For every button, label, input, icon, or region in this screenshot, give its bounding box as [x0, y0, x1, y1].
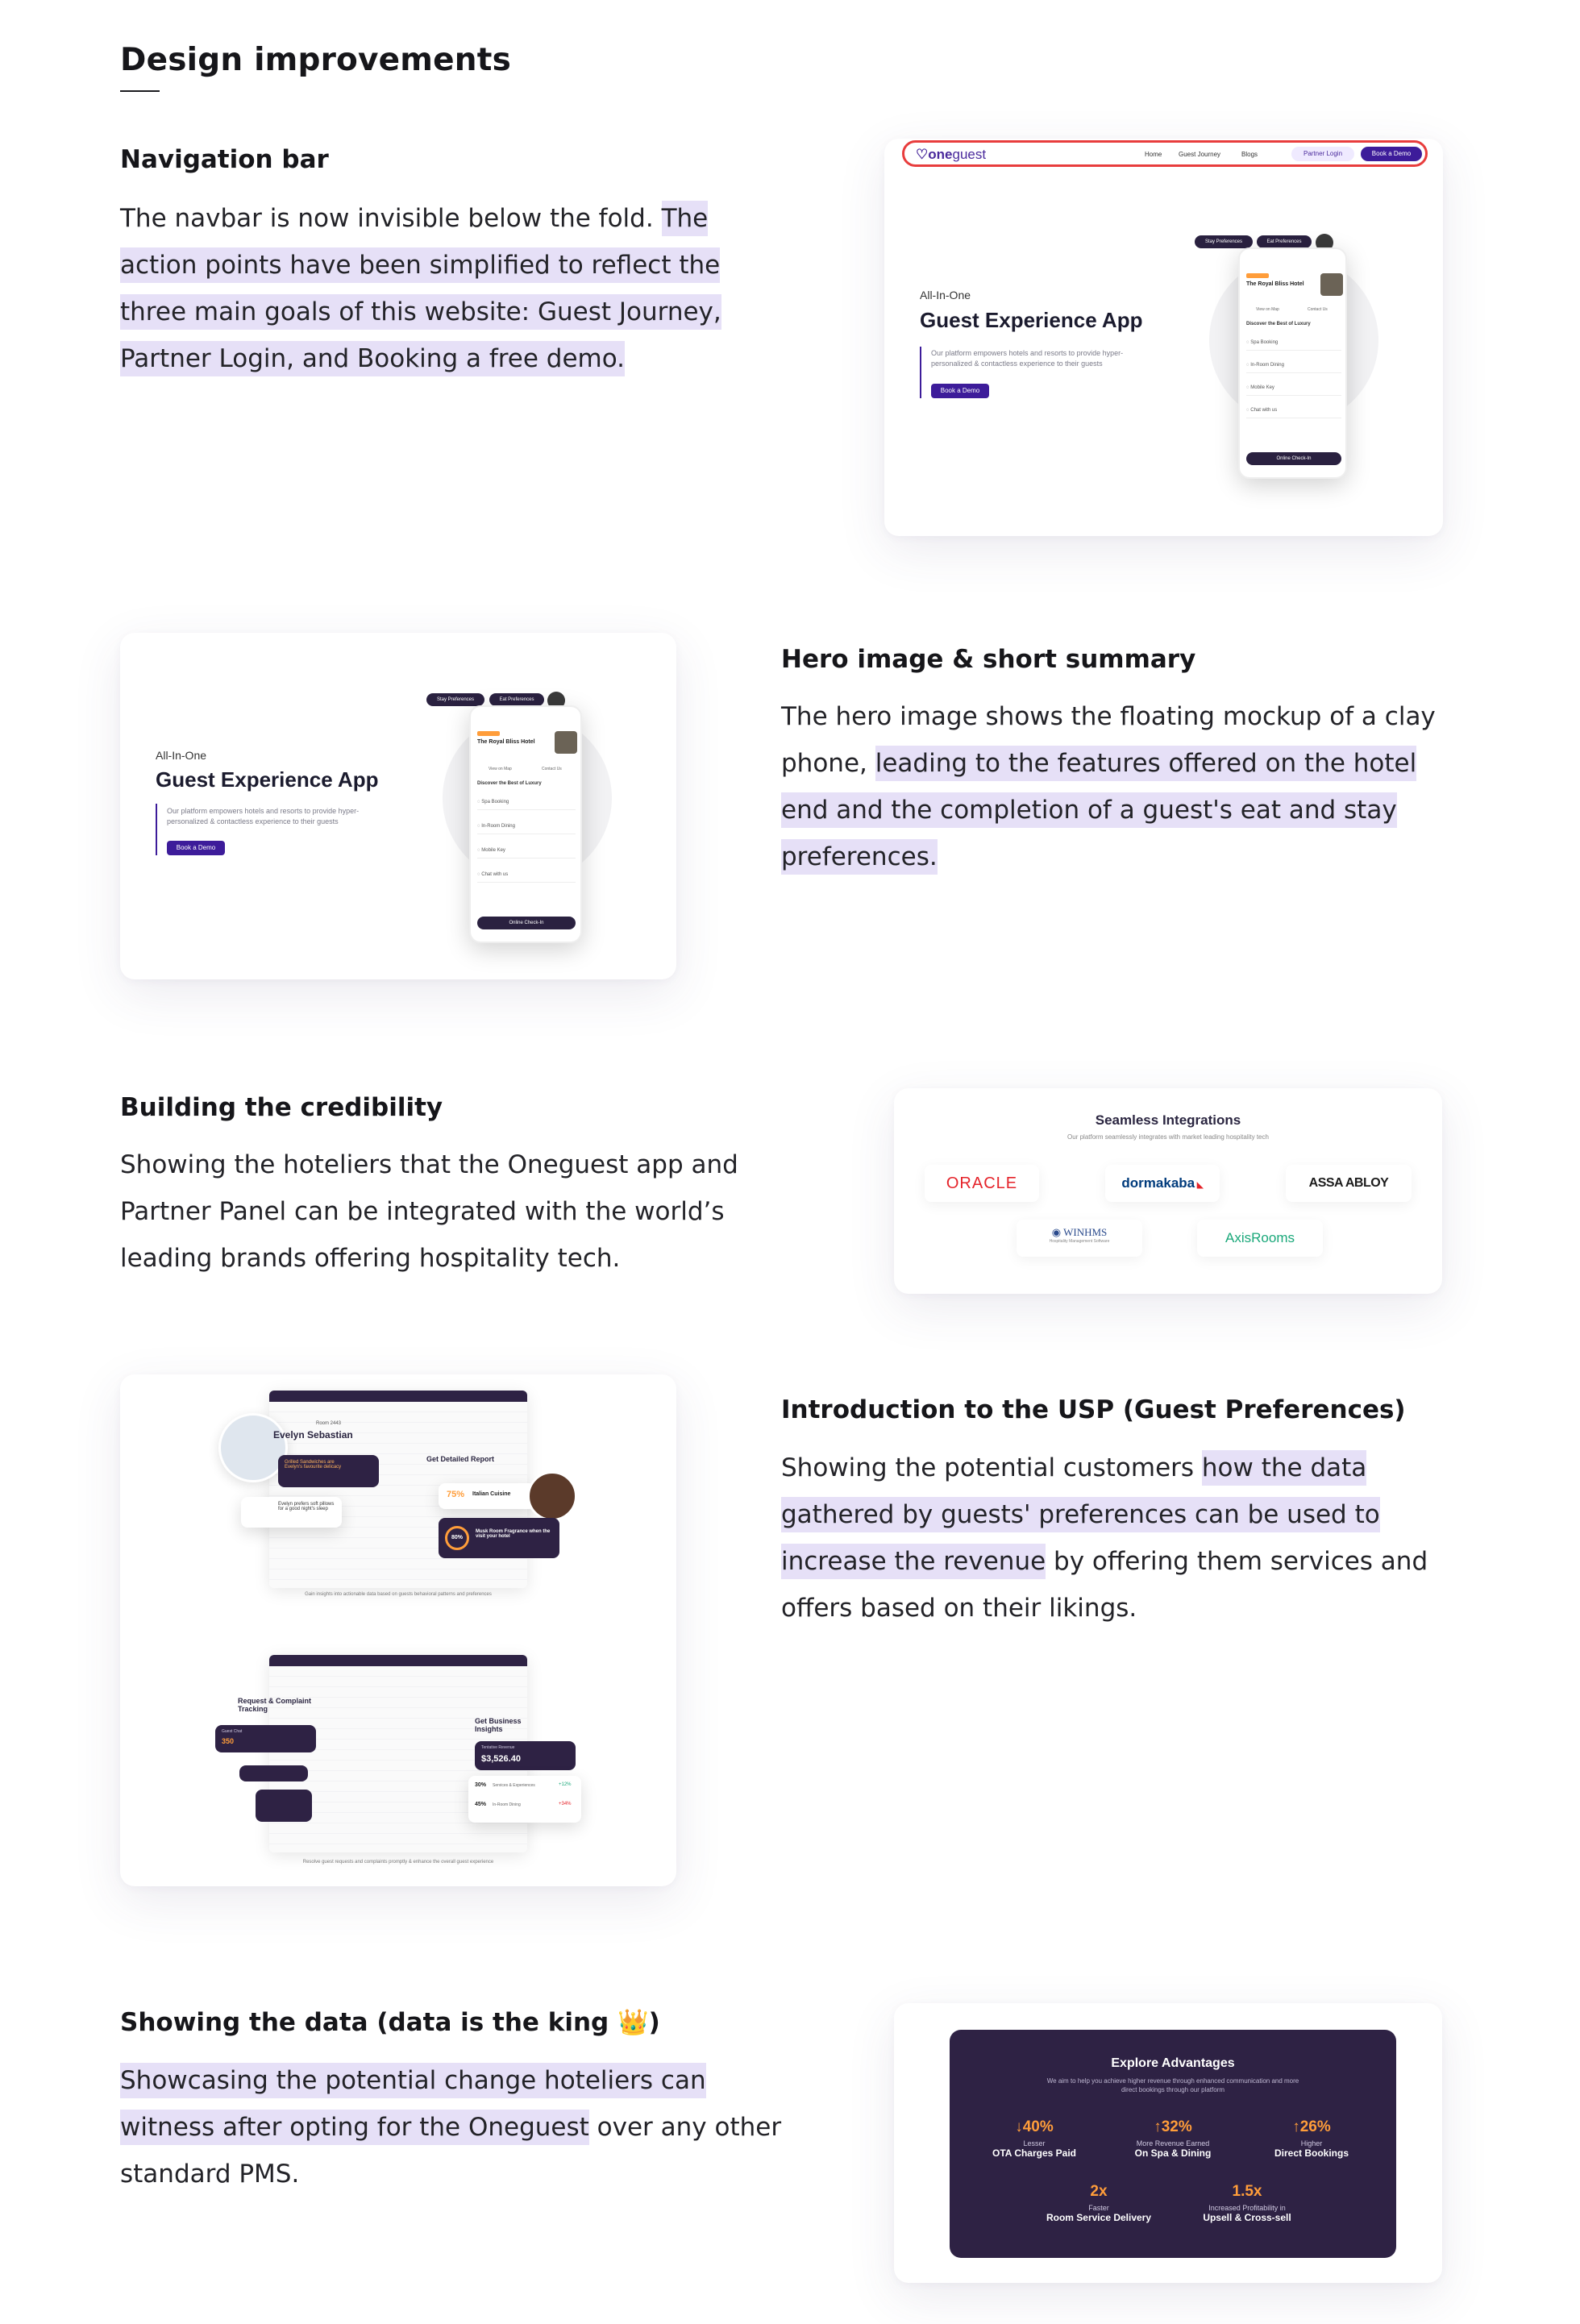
axisrooms-logo: AxisRooms: [1197, 1220, 1323, 1257]
usp-text-before: Showing the potential customers: [781, 1453, 1202, 1482]
hero-heading: Hero image & short summary: [781, 645, 1196, 674]
request-title: Request & Complaint Tracking: [238, 1697, 312, 1713]
hero-kicker: All-In-One: [156, 749, 207, 762]
preference-chip-food: Grilled Sandwiches are Evelyn's favourit…: [278, 1455, 379, 1487]
list-item[interactable]: ◌ In-Room Dining: [477, 818, 576, 834]
insight-stats-card: 30% Services & Experiences +12% 45% In-R…: [468, 1776, 581, 1823]
list-item[interactable]: ◌ In-Room Dining: [1246, 357, 1341, 373]
hero-mockup-card: All-In-One Guest Experience App Our plat…: [120, 633, 676, 979]
advantage-item: ↑26% Higher Direct Bookings: [1274, 2118, 1349, 2159]
nav-link-blogs[interactable]: Blogs: [1241, 151, 1258, 158]
data-heading: Showing the data (data is the king 👑): [120, 2008, 660, 2037]
eat-pref-pill: Eat Preferences: [1257, 235, 1312, 248]
hero-section-description: The hero image shows the floating mockup…: [781, 693, 1466, 880]
nav-link-guest-journey[interactable]: Guest Journey: [1179, 151, 1220, 158]
list-item[interactable]: ◌ Spa Booking: [1246, 335, 1341, 351]
hero-description: Our platform empowers hotels and resorts…: [931, 349, 1124, 368]
tag-badge: [1246, 273, 1269, 278]
cuisine-card: 75% Italian Cuisine: [439, 1483, 535, 1509]
usp-description: Showing the potential customers how the …: [781, 1445, 1442, 1632]
navbar-heading: Navigation bar: [120, 145, 329, 174]
tag-badge: [477, 731, 500, 736]
discover-heading: Discover the Best of Luxury: [1246, 322, 1311, 326]
advantage-item: 2x Faster Room Service Delivery: [1046, 2183, 1152, 2223]
usp-mockup-card: Room 2443 Evelyn Sebastian Grilled Sandw…: [120, 1374, 676, 1886]
discover-heading: Discover the Best of Luxury: [477, 781, 542, 786]
hero-title: Guest Experience App: [920, 308, 1143, 332]
stay-pref-pill: Stay Preferences: [426, 693, 484, 706]
fragrance-card: 80% Musk Room Fragrance when the visit y…: [439, 1518, 559, 1558]
usp-heading: Introduction to the USP (Guest Preferenc…: [781, 1395, 1406, 1424]
tab-map[interactable]: View on Map: [1256, 307, 1279, 312]
online-checkin-button[interactable]: Online Check-In: [1246, 452, 1341, 465]
hero-kicker: All-In-One: [920, 289, 971, 301]
request-item-card: [239, 1765, 308, 1781]
hotel-photo: [555, 731, 577, 754]
caption-tracking: Resolve guest requests and complaints pr…: [302, 1860, 494, 1865]
winhms-logo: ◉ WINHMS Hospitality Management Software: [1017, 1220, 1142, 1257]
advantages-title: Explore Advantages: [1111, 2056, 1235, 2070]
browser-toolbar: [269, 1655, 527, 1666]
caption-insights: Gain insights into actionable data based…: [305, 1592, 492, 1597]
phone-mockup: The Royal Bliss Hotel View on Map Contac…: [1238, 247, 1347, 479]
revenue-card: Tentative Revenue $3,526.40: [475, 1741, 576, 1770]
navbar-mockup-card: ♡oneguest Home Guest Journey Blogs Partn…: [884, 139, 1443, 536]
advantage-item: ↓40% Lesser OTA Charges Paid: [992, 2118, 1077, 2159]
browser-toolbar: [269, 1391, 527, 1402]
credibility-heading: Building the credibility: [120, 1093, 443, 1122]
integrations-card: Seamless Integrations Our platform seaml…: [894, 1088, 1442, 1294]
nav-link-home[interactable]: Home: [1145, 151, 1162, 158]
hotel-name: The Royal Bliss Hotel: [1246, 281, 1304, 287]
title-underline: [120, 90, 160, 92]
hero-text-highlight: leading to the features offered on the h…: [781, 746, 1417, 875]
list-item[interactable]: ◌ Chat with us: [1246, 402, 1341, 418]
hotel-name: The Royal Bliss Hotel: [477, 739, 535, 745]
tab-map[interactable]: View on Map: [489, 767, 512, 771]
book-demo-button[interactable]: Book a Demo: [1361, 147, 1422, 161]
list-item[interactable]: ◌ Mobile Key: [477, 842, 576, 859]
oneguest-logo: ♡oneguest: [916, 147, 987, 162]
guest-name: Evelyn Sebastian: [273, 1429, 353, 1441]
advantages-panel: Explore Advantages We aim to help you ac…: [950, 2030, 1396, 2258]
advantage-item: ↑32% More Revenue Earned On Spa & Dining: [1134, 2118, 1212, 2159]
tab-contact[interactable]: Contact Us: [542, 767, 562, 771]
report-title: Get Detailed Report: [426, 1455, 495, 1463]
integrations-title: Seamless Integrations: [1095, 1112, 1241, 1128]
advantages-subtitle: We aim to help you achieve higher revenu…: [1046, 2077, 1299, 2093]
mock-navbar: ♡oneguest Home Guest Journey Blogs Partn…: [902, 140, 1428, 167]
page-title: Design improvements: [120, 42, 511, 78]
data-description: Showcasing the potential change hotelier…: [120, 2057, 789, 2197]
tab-contact[interactable]: Contact Us: [1308, 307, 1328, 312]
hotel-photo: [1320, 273, 1343, 296]
dormakaba-logo: dormakaba ◣: [1105, 1165, 1220, 1202]
insights-title: Get Business Insights: [475, 1717, 522, 1733]
hero-accent-line: [920, 347, 921, 398]
list-item[interactable]: ◌ Mobile Key: [1246, 380, 1341, 396]
hero-accent-line: [156, 804, 157, 855]
request-stats-card: Guest Chat 350: [215, 1725, 316, 1752]
navbar-description: The navbar is now invisible below the fo…: [120, 195, 781, 382]
hero-book-demo-button[interactable]: Book a Demo: [931, 384, 989, 398]
request-item-card: [256, 1790, 312, 1822]
oracle-logo: ORACLE: [925, 1165, 1039, 1202]
assa-abloy-logo: ASSA ABLOY: [1286, 1165, 1412, 1202]
navbar-text-plain: The navbar is now invisible below the fo…: [120, 204, 662, 233]
credibility-description: Showing the hoteliers that the Oneguest …: [120, 1150, 738, 1273]
phone-mockup: The Royal Bliss Hotel View on Map Contac…: [469, 705, 582, 943]
online-checkin-button[interactable]: Online Check-In: [477, 917, 576, 929]
food-photo: [527, 1471, 577, 1521]
integrations-subtitle: Our platform seamlessly integrates with …: [1067, 1133, 1269, 1141]
partner-login-button[interactable]: Partner Login: [1291, 147, 1354, 161]
room-number: Room 2443: [316, 1421, 342, 1426]
advantages-card: Explore Advantages We aim to help you ac…: [894, 2003, 1442, 2283]
list-item[interactable]: ◌ Spa Booking: [477, 794, 576, 810]
preference-chip-pillow: Evelyn prefers soft pillows for a good n…: [241, 1497, 342, 1528]
hero-title: Guest Experience App: [156, 767, 379, 792]
hero-book-demo-button[interactable]: Book a Demo: [167, 841, 225, 855]
advantage-item: 1.5x Increased Profitability in Upsell &…: [1203, 2183, 1291, 2223]
list-item[interactable]: ◌ Chat with us: [477, 867, 576, 883]
eat-pref-pill: Eat Preferences: [489, 693, 544, 706]
hero-description: Our platform empowers hotels and resorts…: [167, 807, 360, 825]
stay-pref-pill: Stay Preferences: [1195, 235, 1253, 248]
